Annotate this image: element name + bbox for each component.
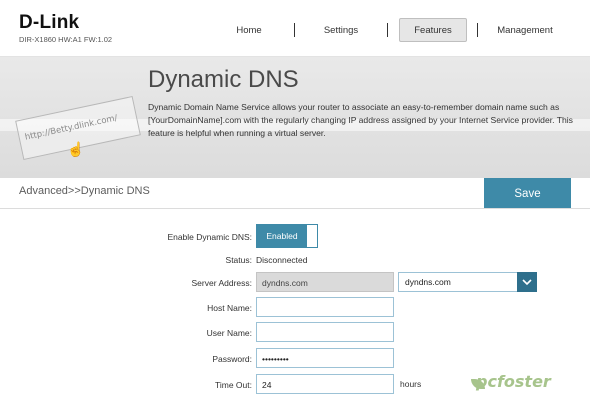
password-field[interactable]: •••••••••	[256, 348, 394, 368]
host-name-label: Host Name:	[207, 303, 252, 313]
nav-settings[interactable]: Settings	[305, 18, 377, 42]
section-divider	[0, 208, 590, 209]
timeout-label: Time Out:	[215, 380, 252, 390]
server-address-field[interactable]: dyndns.com	[256, 272, 394, 292]
nav-divider	[294, 23, 295, 37]
server-address-label: Server Address:	[191, 278, 252, 288]
timeout-unit: hours	[400, 379, 422, 389]
user-name-label: User Name:	[206, 328, 252, 338]
status-label: Status:	[225, 255, 252, 265]
nav-home[interactable]: Home	[218, 18, 280, 42]
nav-divider	[387, 23, 388, 37]
timeout-field[interactable]: 24	[256, 374, 394, 394]
chevron-down-icon[interactable]	[517, 272, 537, 292]
server-address-select[interactable]: dyndns.com	[398, 272, 537, 292]
nav-divider	[477, 23, 478, 37]
enable-ddns-label: Enable Dynamic DNS:	[167, 232, 252, 242]
toggle-state: Enabled	[257, 225, 307, 247]
server-select-value: dyndns.com	[405, 277, 451, 287]
save-button[interactable]: Save	[484, 178, 571, 209]
page-description: Dynamic Domain Name Service allows your …	[148, 102, 573, 138]
watermark: pcfoster	[476, 372, 551, 391]
brand-logo: D-Link	[19, 12, 80, 33]
hand-cursor-icon: ☝	[67, 141, 85, 157]
password-label: Password:	[212, 354, 252, 364]
model-info: DIR-X1860 HW:A1 FW:1.02	[19, 35, 113, 44]
top-bar: D-Link DIR-X1860 HW:A1 FW:1.02 Home Sett…	[0, 0, 590, 57]
host-name-field[interactable]	[256, 297, 394, 317]
page-title: Dynamic DNS	[148, 66, 299, 93]
user-name-field[interactable]	[256, 322, 394, 342]
breadcrumb: Advanced>>Dynamic DNS	[19, 185, 150, 197]
nav-management[interactable]: Management	[487, 18, 563, 42]
status-value: Disconnected	[256, 255, 308, 265]
nav-features[interactable]: Features	[399, 18, 467, 42]
enable-ddns-toggle[interactable]: Enabled	[256, 224, 318, 248]
